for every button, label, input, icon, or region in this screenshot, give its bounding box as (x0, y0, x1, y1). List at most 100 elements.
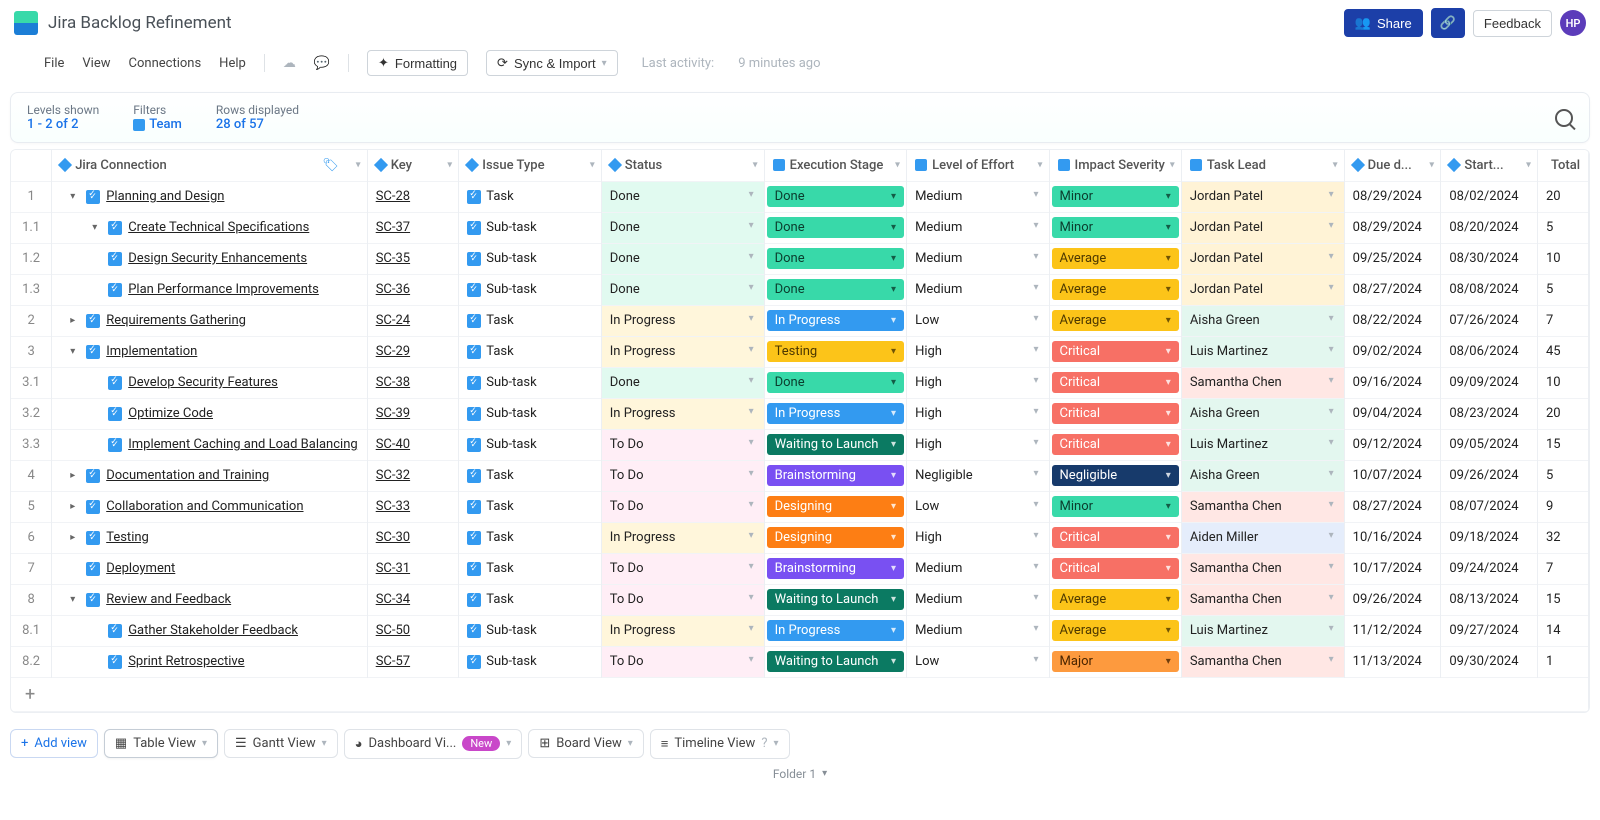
chevron-down-icon[interactable]: ▾ (1166, 470, 1171, 481)
chevron-down-icon[interactable]: ▾ (1329, 282, 1334, 293)
table-row[interactable]: 5 ▸ ✓ Collaboration and Communication SC… (11, 491, 1589, 522)
tree-toggle[interactable]: ▾ (70, 594, 80, 605)
chevron-down-icon[interactable]: ▾ (1034, 313, 1039, 324)
status-cell[interactable]: In Progress▾ (601, 336, 764, 367)
table-row[interactable]: 3 ▾ ✓ Implementation SC-29 ✓Task In Prog… (11, 336, 1589, 367)
start-date[interactable]: 08/08/2024 (1441, 274, 1538, 305)
due-date[interactable]: 08/29/2024 (1344, 212, 1441, 243)
chevron-down-icon[interactable]: ▾ (1329, 375, 1334, 386)
chevron-down-icon[interactable]: ▾ (1034, 220, 1039, 231)
due-date[interactable]: 09/26/2024 (1344, 584, 1441, 615)
chevron-down-icon[interactable]: ▾ (891, 439, 896, 450)
impact-select[interactable]: Critical▾ (1052, 403, 1179, 424)
sync-import-button[interactable]: ⟳ Sync & Import ▾ (486, 50, 618, 76)
lead-cell[interactable]: Aisha Green▾ (1181, 305, 1344, 336)
issue-key-link[interactable]: SC-38 (376, 375, 410, 390)
chevron-down-icon[interactable]: ▾ (1166, 563, 1171, 574)
chevron-down-icon[interactable]: ▾ (1166, 501, 1171, 512)
issue-key-link[interactable]: SC-32 (376, 468, 410, 483)
table-row[interactable]: 3.1 ✓ Develop Security Features SC-38 ✓S… (11, 367, 1589, 398)
chevron-down-icon[interactable]: ▾ (749, 375, 754, 386)
issue-key-link[interactable]: SC-35 (376, 251, 410, 266)
effort-cell[interactable]: High▾ (907, 429, 1049, 460)
start-date[interactable]: 09/18/2024 (1441, 522, 1538, 553)
chevron-down-icon[interactable]: ▾ (447, 160, 452, 171)
effort-cell[interactable]: High▾ (907, 522, 1049, 553)
link-button[interactable]: 🔗 (1431, 8, 1465, 38)
chevron-down-icon[interactable]: ▾ (1034, 344, 1039, 355)
add-row-button[interactable]: + (11, 677, 1589, 711)
table-row[interactable]: 6 ▸ ✓ Testing SC-30 ✓Task In Progress▾ D… (11, 522, 1589, 553)
execution-stage-select[interactable]: In Progress▾ (767, 403, 904, 424)
chevron-down-icon[interactable]: ▾ (628, 738, 633, 749)
status-cell[interactable]: Done▾ (601, 181, 764, 212)
table-row[interactable]: 1.1 ▾ ✓ Create Technical Specifications … (11, 212, 1589, 243)
start-date[interactable]: 09/27/2024 (1441, 615, 1538, 646)
menu-file[interactable]: File (44, 56, 64, 71)
issue-key-link[interactable]: SC-34 (376, 592, 410, 607)
chevron-down-icon[interactable]: ▾ (891, 191, 896, 202)
col-impact-severity[interactable]: Impact Severity▾ (1049, 150, 1181, 181)
chevron-down-icon[interactable]: ▾ (1166, 532, 1171, 543)
execution-stage-select[interactable]: Testing▾ (767, 341, 904, 362)
due-date[interactable]: 10/17/2024 (1344, 553, 1441, 584)
execution-stage-select[interactable]: Done▾ (767, 186, 904, 207)
chevron-down-icon[interactable]: ▾ (749, 499, 754, 510)
effort-cell[interactable]: High▾ (907, 367, 1049, 398)
issue-name-link[interactable]: Plan Performance Improvements (128, 282, 319, 297)
issue-name-link[interactable]: Testing (106, 530, 149, 545)
chevron-down-icon[interactable]: ▾ (1038, 160, 1043, 171)
chevron-down-icon[interactable]: ▾ (891, 501, 896, 512)
tag-icon[interactable]: 🏷 (322, 158, 339, 173)
chevron-down-icon[interactable]: ▾ (891, 470, 896, 481)
chevron-down-icon[interactable]: ▾ (749, 561, 754, 572)
chevron-down-icon[interactable]: ▾ (322, 738, 327, 749)
chevron-down-icon[interactable]: ▾ (891, 222, 896, 233)
execution-stage-select[interactable]: Designing▾ (767, 527, 904, 548)
chevron-down-icon[interactable]: ▾ (1166, 656, 1171, 667)
chevron-down-icon[interactable]: ▾ (1166, 594, 1171, 605)
effort-cell[interactable]: Low▾ (907, 491, 1049, 522)
chevron-down-icon[interactable]: ▾ (1034, 437, 1039, 448)
issue-name-link[interactable]: Sprint Retrospective (128, 654, 244, 669)
chevron-down-icon[interactable]: ▾ (749, 220, 754, 231)
issue-name-link[interactable]: Optimize Code (128, 406, 213, 421)
chevron-down-icon[interactable]: ▾ (891, 656, 896, 667)
issue-key-link[interactable]: SC-28 (376, 189, 410, 204)
table-row[interactable]: 8 ▾ ✓ Review and Feedback SC-34 ✓Task To… (11, 584, 1589, 615)
menu-view[interactable]: View (82, 56, 110, 71)
cloud-icon[interactable]: ☁ (283, 56, 296, 71)
table-row[interactable]: 3.2 ✓ Optimize Code SC-39 ✓Sub-task In P… (11, 398, 1589, 429)
start-date[interactable]: 08/07/2024 (1441, 491, 1538, 522)
chevron-down-icon[interactable]: ▾ (1429, 160, 1434, 171)
start-date[interactable]: 09/09/2024 (1441, 367, 1538, 398)
issue-name-link[interactable]: Implement Caching and Load Balancing (128, 437, 357, 452)
chevron-down-icon[interactable]: ▾ (1034, 282, 1039, 293)
tab-gantt-view[interactable]: ☰ Gantt View ▾ (224, 729, 338, 758)
effort-cell[interactable]: Low▾ (907, 646, 1049, 677)
due-date[interactable]: 10/16/2024 (1344, 522, 1441, 553)
chevron-down-icon[interactable]: ▾ (1166, 625, 1171, 636)
status-cell[interactable]: In Progress▾ (601, 615, 764, 646)
chevron-down-icon[interactable]: ▾ (1329, 654, 1334, 665)
chevron-down-icon[interactable]: ▾ (1034, 561, 1039, 572)
status-cell[interactable]: To Do▾ (601, 584, 764, 615)
col-due-date[interactable]: Due d...▾ (1344, 150, 1441, 181)
status-cell[interactable]: Done▾ (601, 367, 764, 398)
due-date[interactable]: 08/27/2024 (1344, 274, 1441, 305)
chevron-down-icon[interactable]: ▾ (1166, 222, 1171, 233)
comment-icon[interactable]: 💬 (314, 56, 330, 71)
effort-cell[interactable]: High▾ (907, 398, 1049, 429)
due-date[interactable]: 08/27/2024 (1344, 491, 1441, 522)
status-cell[interactable]: Done▾ (601, 274, 764, 305)
start-date[interactable]: 09/26/2024 (1441, 460, 1538, 491)
chevron-down-icon[interactable]: ▾ (1166, 439, 1171, 450)
execution-stage-select[interactable]: Done▾ (767, 248, 904, 269)
table-row[interactable]: 3.3 ✓ Implement Caching and Load Balanci… (11, 429, 1589, 460)
due-date[interactable]: 11/13/2024 (1344, 646, 1441, 677)
execution-stage-select[interactable]: Done▾ (767, 279, 904, 300)
effort-cell[interactable]: Medium▾ (907, 584, 1049, 615)
lead-cell[interactable]: Samantha Chen▾ (1181, 646, 1344, 677)
issue-key-link[interactable]: SC-33 (376, 499, 410, 514)
chevron-down-icon[interactable]: ▾ (1166, 253, 1171, 264)
